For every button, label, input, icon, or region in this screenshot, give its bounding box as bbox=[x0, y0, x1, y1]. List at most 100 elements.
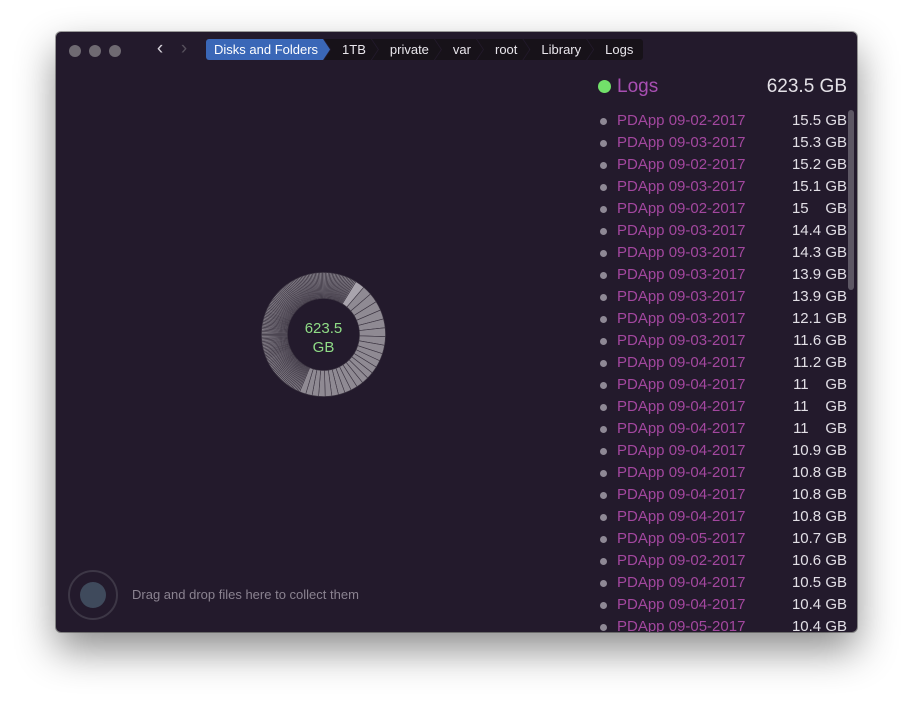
list-item-name[interactable]: PDApp 09-05-2017 bbox=[617, 528, 745, 550]
minimize-window-button[interactable] bbox=[89, 45, 101, 57]
breadcrumb-library[interactable]: Library bbox=[523, 39, 593, 60]
list-item-name[interactable]: PDApp 09-02-2017 bbox=[617, 550, 745, 572]
bullet-icon bbox=[600, 602, 607, 609]
bullet-icon bbox=[600, 272, 607, 279]
list-item-size: 11.2 GB bbox=[793, 354, 847, 371]
breadcrumb-var[interactable]: var bbox=[435, 39, 483, 60]
chevron-left-icon[interactable]: ‹ bbox=[150, 39, 170, 60]
list-item-name[interactable]: PDApp 09-04-2017 bbox=[617, 594, 745, 616]
list-item-name[interactable]: PDApp 09-02-2017 bbox=[617, 154, 745, 176]
bullet-icon bbox=[600, 206, 607, 213]
list-item[interactable]: PDApp 09-03-2017 14.4 GB bbox=[591, 220, 847, 242]
bullet-icon bbox=[600, 382, 607, 389]
list-item-name[interactable]: PDApp 09-03-2017 bbox=[617, 220, 745, 242]
list-item-size: 12.1 GB bbox=[791, 310, 847, 327]
list-item-name[interactable]: PDApp 09-03-2017 bbox=[617, 286, 745, 308]
bullet-icon bbox=[600, 228, 607, 235]
ring-center-label: 623.5 GB bbox=[260, 319, 387, 357]
zoom-window-button[interactable] bbox=[109, 45, 121, 57]
list-item-size: 10.8 GB bbox=[791, 486, 847, 503]
collector-drop-target[interactable] bbox=[68, 570, 118, 620]
list-item[interactable]: PDApp 09-04-2017 11 GB bbox=[591, 374, 847, 396]
list-item-name[interactable]: PDApp 09-03-2017 bbox=[617, 308, 745, 330]
list-item[interactable]: PDApp 09-04-2017 10.4 GB bbox=[591, 594, 847, 616]
list-item[interactable]: PDApp 09-04-2017 10.8 GB bbox=[591, 462, 847, 484]
breadcrumb-private[interactable]: private bbox=[372, 39, 441, 60]
bullet-icon bbox=[600, 448, 607, 455]
list-item-name[interactable]: PDApp 09-03-2017 bbox=[617, 132, 745, 154]
list-item-size: 11.6 GB bbox=[793, 332, 847, 349]
list-item-name[interactable]: PDApp 09-04-2017 bbox=[617, 440, 745, 462]
chevron-right-icon[interactable]: › bbox=[174, 39, 194, 60]
list-item-name[interactable]: PDApp 09-03-2017 bbox=[617, 264, 745, 286]
list-item[interactable]: PDApp 09-04-2017 10.8 GB bbox=[591, 506, 847, 528]
bullet-icon bbox=[600, 162, 607, 169]
list-item-size: 15.3 GB bbox=[791, 134, 847, 151]
list-item[interactable]: PDApp 09-03-2017 12.1 GB bbox=[591, 308, 847, 330]
list-item-name[interactable]: PDApp 09-03-2017 bbox=[617, 176, 745, 198]
list-item[interactable]: PDApp 09-04-2017 11 GB bbox=[591, 396, 847, 418]
list-item[interactable]: PDApp 09-03-2017 11.6 GB bbox=[591, 330, 847, 352]
list-item[interactable]: PDApp 09-03-2017 15.3 GB bbox=[591, 132, 847, 154]
list-item-size: 15.1 GB bbox=[791, 178, 847, 195]
list-item-name[interactable]: PDApp 09-04-2017 bbox=[617, 484, 745, 506]
bullet-icon bbox=[600, 470, 607, 477]
list-item-size: 10.6 GB bbox=[791, 552, 847, 569]
breadcrumb-logs[interactable]: Logs bbox=[587, 39, 644, 60]
disk-usage-ring[interactable]: 623.5 GB bbox=[260, 271, 387, 398]
list-item-name[interactable]: PDApp 09-05-2017 bbox=[617, 616, 745, 632]
list-item-size: 13.9 GB bbox=[791, 288, 847, 305]
list-item-size: 11 GB bbox=[793, 420, 847, 437]
list-item[interactable]: PDApp 09-04-2017 11.2 GB bbox=[591, 352, 847, 374]
breadcrumb-1tb[interactable]: 1TB bbox=[324, 39, 378, 60]
bullet-icon bbox=[600, 624, 607, 631]
ring-total-value: 623.5 bbox=[304, 320, 343, 337]
list-item[interactable]: PDApp 09-02-2017 15.5 GB bbox=[591, 110, 847, 132]
bullet-icon bbox=[600, 294, 607, 301]
list-item[interactable]: PDApp 09-04-2017 10.9 GB bbox=[591, 440, 847, 462]
titlebar: ‹ › Disks and Folders 1TB private var ro… bbox=[56, 32, 857, 70]
bullet-icon bbox=[600, 338, 607, 345]
list-item-size: 15 GB bbox=[791, 200, 847, 217]
list-item[interactable]: PDApp 09-02-2017 15.2 GB bbox=[591, 154, 847, 176]
bullet-icon bbox=[600, 140, 607, 147]
list-item-name[interactable]: PDApp 09-04-2017 bbox=[617, 352, 745, 374]
breadcrumb-root[interactable]: root bbox=[477, 39, 529, 60]
close-window-button[interactable] bbox=[69, 45, 81, 57]
list-item[interactable]: PDApp 09-03-2017 14.3 GB bbox=[591, 242, 847, 264]
scrollbar-thumb[interactable] bbox=[848, 110, 854, 290]
list-item[interactable]: PDApp 09-02-2017 10.6 GB bbox=[591, 550, 847, 572]
list-item-name[interactable]: PDApp 09-04-2017 bbox=[617, 572, 745, 594]
list-item-name[interactable]: PDApp 09-04-2017 bbox=[617, 396, 745, 418]
list-item-size: 14.3 GB bbox=[791, 244, 847, 261]
breadcrumb-disks-and-folders[interactable]: Disks and Folders bbox=[206, 39, 330, 60]
list-item-name[interactable]: PDApp 09-04-2017 bbox=[617, 418, 745, 440]
list-item-name[interactable]: PDApp 09-04-2017 bbox=[617, 374, 745, 396]
collector-icon bbox=[80, 582, 106, 608]
folder-contents-panel: Logs 623.5 GB PDApp 09-02-2017 15.5 GB PDA… bbox=[591, 70, 857, 632]
bullet-icon bbox=[600, 250, 607, 257]
bullet-icon bbox=[600, 316, 607, 323]
list-item[interactable]: PDApp 09-05-2017 10.4 GB bbox=[591, 616, 847, 632]
list-item[interactable]: PDApp 09-03-2017 13.9 GB bbox=[591, 286, 847, 308]
bullet-icon bbox=[600, 536, 607, 543]
list-item-name[interactable]: PDApp 09-03-2017 bbox=[617, 242, 745, 264]
bullet-icon bbox=[600, 404, 607, 411]
list-item[interactable]: PDApp 09-04-2017 11 GB bbox=[591, 418, 847, 440]
list-item-size: 11 GB bbox=[793, 376, 847, 393]
list-item-name[interactable]: PDApp 09-02-2017 bbox=[617, 198, 745, 220]
bullet-icon bbox=[600, 492, 607, 499]
list-item-name[interactable]: PDApp 09-02-2017 bbox=[617, 110, 745, 132]
list-item[interactable]: PDApp 09-05-2017 10.7 GB bbox=[591, 528, 847, 550]
file-list: PDApp 09-02-2017 15.5 GB PDApp 09-03-2017 1… bbox=[591, 110, 847, 632]
list-item[interactable]: PDApp 09-04-2017 10.5 GB bbox=[591, 572, 847, 594]
list-item[interactable]: PDApp 09-02-2017 15 GB bbox=[591, 198, 847, 220]
list-item[interactable]: PDApp 09-04-2017 10.8 GB bbox=[591, 484, 847, 506]
folder-title[interactable]: Logs bbox=[617, 75, 658, 99]
list-item[interactable]: PDApp 09-03-2017 15.1 GB bbox=[591, 176, 847, 198]
list-item-name[interactable]: PDApp 09-04-2017 bbox=[617, 506, 745, 528]
list-item-name[interactable]: PDApp 09-04-2017 bbox=[617, 462, 745, 484]
list-item[interactable]: PDApp 09-03-2017 13.9 GB bbox=[591, 264, 847, 286]
list-item-name[interactable]: PDApp 09-03-2017 bbox=[617, 330, 745, 352]
bullet-icon bbox=[600, 184, 607, 191]
